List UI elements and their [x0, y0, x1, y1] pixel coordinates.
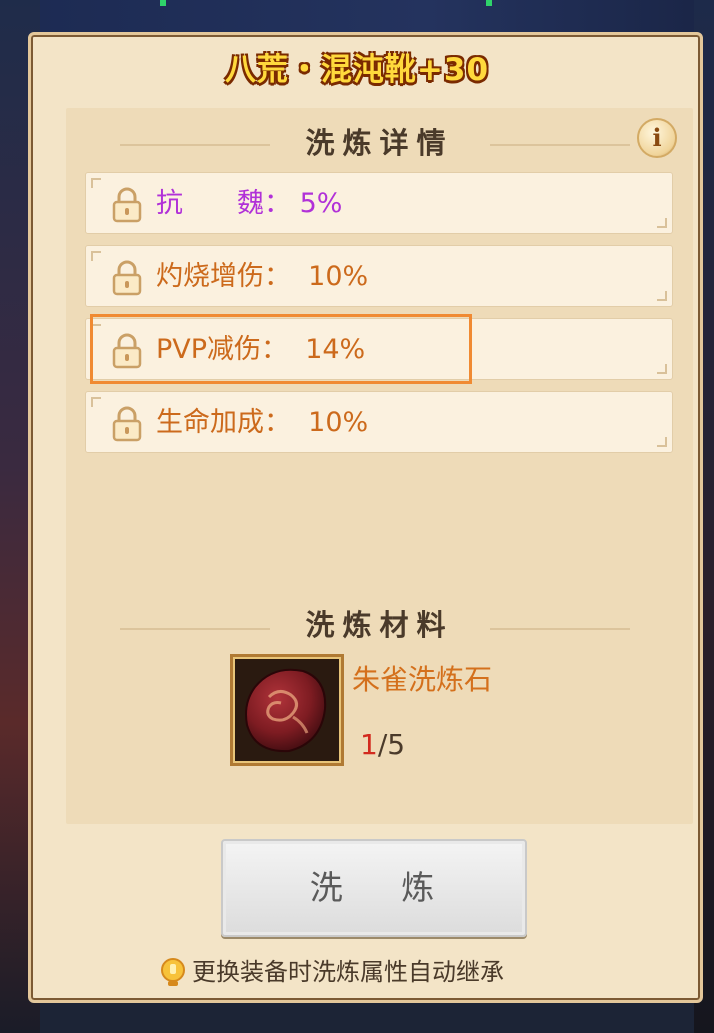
dragon-stone-icon[interactable] — [230, 654, 344, 766]
details-heading: 洗炼详情 — [305, 126, 454, 160]
corner-ornament — [657, 291, 667, 301]
attribute-row: 生命加成： 10% — [85, 391, 673, 453]
lightbulb-icon — [161, 958, 185, 986]
corner-ornament — [657, 364, 667, 374]
corner-ornament — [657, 437, 667, 447]
inherit-note: 更换装备时洗炼属性自动继承 — [160, 955, 504, 989]
material-count: 1/5 — [360, 728, 405, 761]
attribute-label: 生命加成： 10% — [156, 407, 369, 438]
materials-heading: 洗炼材料 — [305, 608, 454, 642]
material-have: 1 — [360, 728, 378, 761]
lock-icon[interactable] — [110, 187, 144, 223]
corner-ornament — [91, 397, 101, 407]
glow-mark — [486, 0, 492, 6]
dragon-stone-image — [245, 668, 327, 753]
highlight-box — [90, 314, 472, 384]
wash-button[interactable]: 洗 炼 — [221, 839, 527, 937]
lock-icon[interactable] — [110, 406, 144, 442]
item-title: 八荒・混沌靴+30 — [224, 52, 490, 88]
glow-mark — [160, 0, 166, 6]
attribute-row: 灼烧增伤： 10% — [85, 245, 673, 307]
corner-ornament — [657, 218, 667, 228]
lock-icon[interactable] — [110, 260, 144, 296]
corner-ornament — [91, 178, 101, 188]
attribute-row: 抗 魏： 5% — [85, 172, 673, 234]
attribute-label: 灼烧增伤： 10% — [156, 261, 369, 292]
material-name: 朱雀洗炼石 — [352, 663, 493, 696]
corner-ornament — [91, 251, 101, 261]
info-icon[interactable]: i — [637, 118, 677, 158]
attribute-label: 抗 魏： 5% — [156, 188, 343, 219]
material-need: /5 — [377, 728, 406, 761]
inherit-note-text: 更换装备时洗炼属性自动继承 — [192, 958, 504, 986]
